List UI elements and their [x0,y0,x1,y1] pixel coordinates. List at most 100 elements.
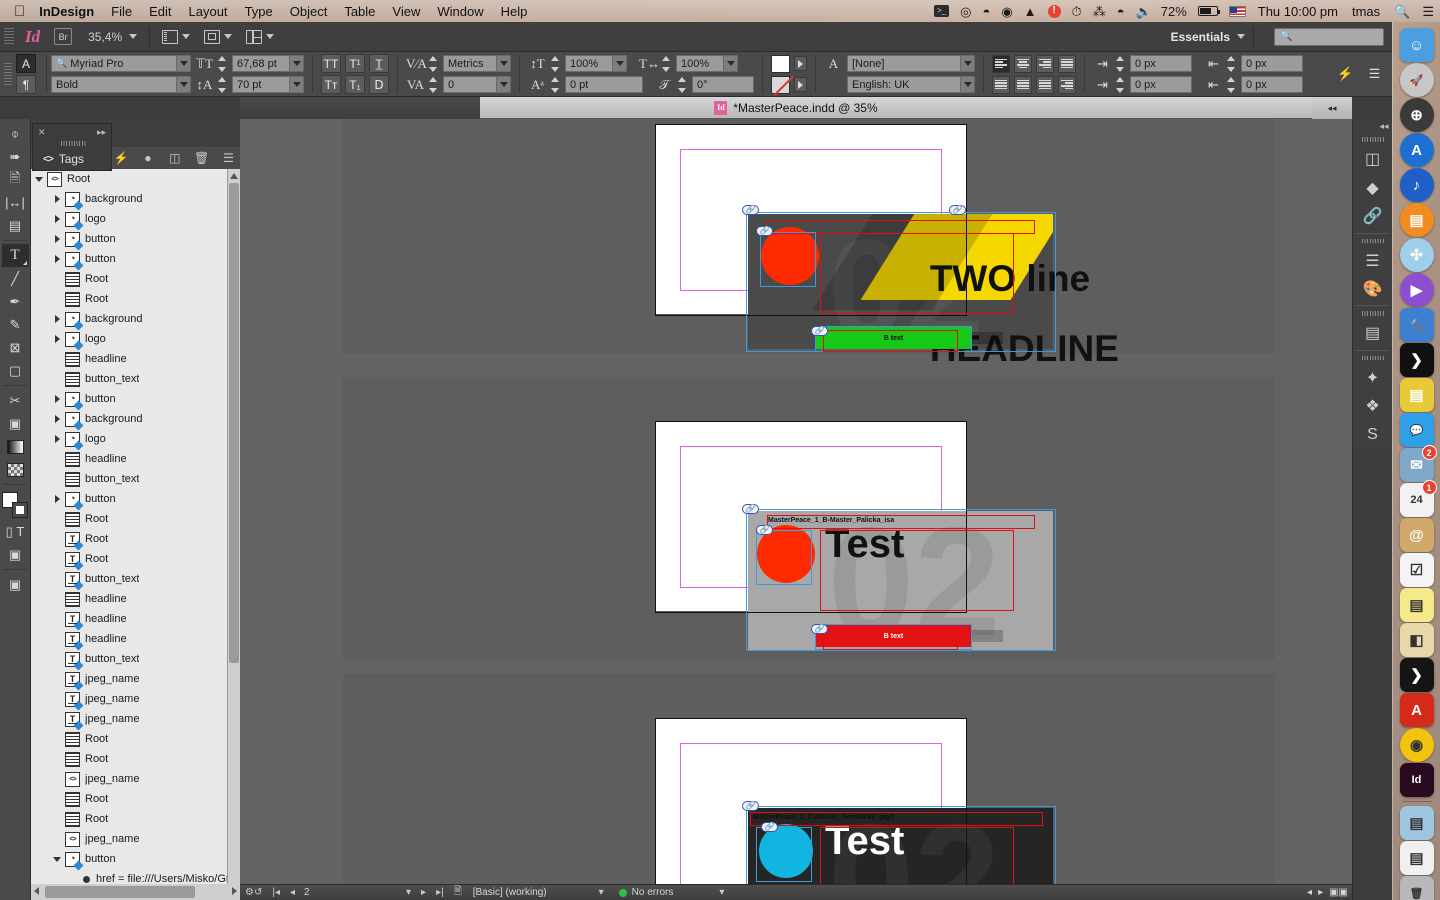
dropbox-icon[interactable]: ◉ [1001,5,1012,18]
object-states-icon[interactable]: ❖ [1355,392,1391,421]
apple-icon[interactable]:  [14,4,25,19]
chevron-right-icon[interactable] [53,414,63,424]
pdf-document-icon[interactable]: ▤ [1399,841,1434,875]
last-page-icon[interactable]: ▸| [436,887,444,898]
chevron-right-icon[interactable] [53,234,63,244]
iterm-icon[interactable]: ❯ [1399,658,1434,692]
language-select[interactable]: English: UK [847,76,975,93]
document-scroll-right-icon[interactable]: ▸ [1318,887,1323,898]
structure-row[interactable]: headline [31,629,240,650]
preflight-icon[interactable]: ⚙↺ [245,887,262,898]
structure-row[interactable]: button_text [31,569,240,590]
structure-row[interactable]: Root [31,809,240,829]
font-style-select[interactable]: Bold [51,76,191,93]
control-panel-grip[interactable] [4,63,12,85]
font-family-select[interactable]: 🔍 Myriad Pro [51,55,191,72]
appbar-grip[interactable] [4,27,14,46]
tool-apply-color[interactable]: ▣ [2,543,29,566]
preflight-dropdown-icon[interactable]: ▾ [599,887,604,898]
messages-icon[interactable]: 💬 [1399,413,1434,447]
collapse-icon[interactable]: ▸▸ [97,127,106,138]
link-badge-2a[interactable]: 🔗 [742,504,759,514]
text-frame-name-3[interactable] [750,812,1043,826]
errors-dropdown-icon[interactable]: ▾ [719,887,724,898]
text-frame-name-2[interactable] [767,515,1035,529]
align-toward-spine-button[interactable] [1058,75,1076,94]
chevron-right-icon[interactable] [53,434,63,444]
mail-icon[interactable]: ✉ 2 [1399,445,1437,482]
structure-row[interactable]: background [31,309,240,330]
chevron-right-icon[interactable] [53,254,63,264]
notification-center-icon[interactable]: ☰ [1422,5,1434,18]
layers-icon[interactable]: ◆ [1355,174,1391,203]
structure-row[interactable]: Root [31,289,240,309]
terminal-icon[interactable]: ❯ [1399,343,1434,377]
skew-input[interactable]: 0° [692,76,754,93]
menu-item-window[interactable]: Window [437,4,483,19]
small-caps-button[interactable]: Tᴛ [321,75,341,94]
link-badge-1b[interactable]: 🔗 [949,205,966,215]
menubar-user[interactable]: tmas [1352,4,1380,19]
close-icon[interactable]: ✕ [38,127,46,138]
last-line-indent-input[interactable]: 0 px [1241,76,1303,93]
tool-gradient-feather[interactable] [2,458,29,481]
safari-icon[interactable]: ✣ [1399,238,1434,272]
structure-row[interactable]: Root [31,169,240,189]
uk-flag-icon[interactable] [1228,5,1246,17]
structure-row[interactable]: jpeg_name [31,769,240,789]
first-page-icon[interactable]: |◂ [272,887,280,898]
delete-tag-icon[interactable]: 🗑 [190,148,213,168]
left-indent-input[interactable]: 0 px [1130,55,1192,72]
chevron-down-icon[interactable] [35,174,45,184]
tool-selection[interactable]: ⌽ [2,122,29,145]
timemachine-icon[interactable]: ⏱ [1072,5,1082,18]
reminders-icon[interactable]: ☑ [1399,553,1434,587]
text-frame-headline-1[interactable] [820,233,1014,314]
menu-item-file[interactable]: File [111,4,132,19]
notes-icon[interactable]: ▤ [1399,588,1434,622]
chevron-right-icon[interactable] [53,334,63,344]
fill-stroke-proxy[interactable] [2,492,28,518]
preflight-profile-value[interactable]: [Basic] (working) [473,887,547,898]
prev-page-icon[interactable]: ◂ [290,887,295,898]
subscript-button[interactable]: T₁ [345,75,365,94]
spread-2[interactable]: 02 MasterPeace_1_B-Master_Palicka_isa Te… [343,377,1275,659]
tool-free-transform[interactable]: ▣ [2,412,29,435]
leading-stepper[interactable] [218,76,228,93]
scroll-right-icon[interactable] [232,887,237,895]
panel-group-grip-3[interactable] [1361,311,1384,317]
align-right-button[interactable] [1036,54,1054,73]
menu-item-help[interactable]: Help [501,4,528,19]
screen-mode-button[interactable] [162,29,191,44]
structure-vertical-scrollbar[interactable] [227,169,240,900]
new-tag-icon[interactable]: ● [136,148,159,168]
link-badge-3a[interactable]: 🔗 [742,801,759,811]
tool-pencil[interactable]: ✎ [2,313,29,336]
scroll-left-icon[interactable] [34,887,39,895]
fill-color-swatch[interactable] [771,54,790,73]
creative-cloud-icon[interactable]: ◎ [960,5,971,18]
vertical-scale-input[interactable]: 100% [565,55,627,72]
chevron-right-icon[interactable] [53,314,63,324]
battery-icon[interactable] [1197,6,1220,16]
kerning-stepper[interactable] [429,55,439,72]
font-size-input[interactable]: 67,68 pt [232,55,304,72]
horizontal-scale-input[interactable]: 100% [676,55,738,72]
tool-normal-view-mode[interactable]: ▣ [2,573,29,596]
effects-icon[interactable]: ✦ [1355,363,1391,392]
structure-row[interactable]: background [31,189,240,210]
preflight-profile-icon[interactable]: 🗎 [454,884,462,900]
tool-rectangle-frame[interactable]: ⊠ [2,336,29,359]
indesign-icon[interactable]: Id [1399,763,1434,797]
text-frame-headline-2[interactable] [820,530,1014,611]
bridge-button[interactable]: Br [54,28,73,45]
kerning-select[interactable]: Metrics [443,55,511,72]
vertical-scale-stepper[interactable] [551,55,561,72]
structure-row[interactable]: Root [31,529,240,550]
spread-1[interactable]: 02 TWO line HEADLINE B text [343,119,1275,367]
justify-center-button[interactable] [992,75,1010,94]
document-tab[interactable]: Id *MasterPeace.indd @ 35% [714,100,878,115]
tool-pen[interactable]: ✒ [2,290,29,313]
link-badge-1a[interactable]: 🔗 [742,205,759,215]
right-indent-input[interactable]: 0 px [1241,55,1303,72]
